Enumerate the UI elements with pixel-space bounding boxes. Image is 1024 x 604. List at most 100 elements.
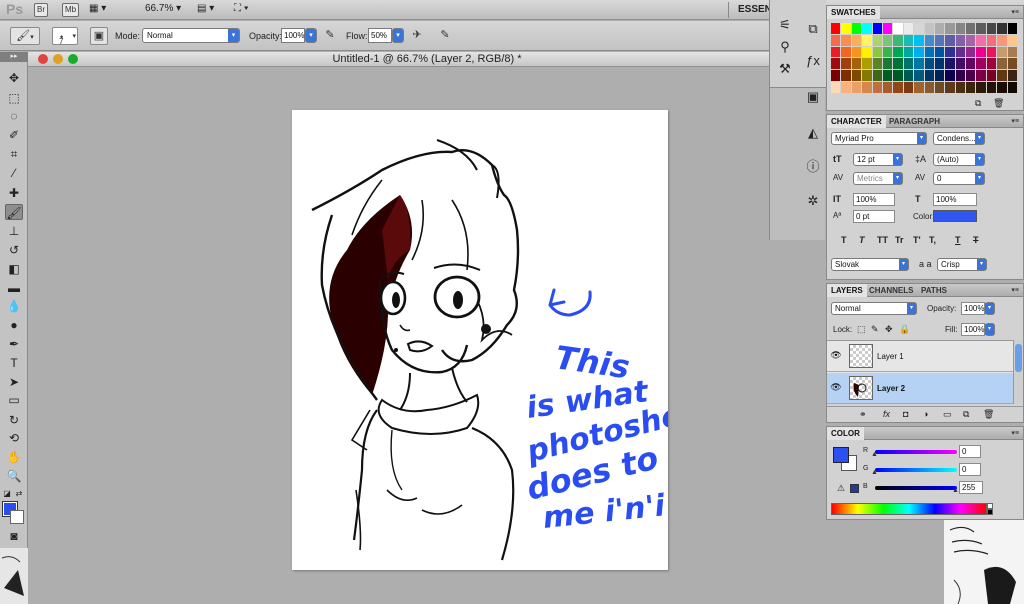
lasso-tool-icon[interactable]: ◌ — [5, 108, 23, 124]
lock-image-icon[interactable]: ✎ — [871, 324, 879, 335]
strikethrough-button[interactable]: T — [973, 235, 979, 245]
color-swatch[interactable] — [831, 34, 841, 46]
color-swatch[interactable] — [997, 82, 1007, 93]
tab-character[interactable]: CHARACTER — [827, 115, 886, 128]
quick-mask-icon[interactable]: ◙ — [5, 528, 23, 544]
adjustments-icon[interactable]: ◭ — [802, 122, 824, 144]
b-input[interactable]: 255 — [959, 481, 983, 494]
color-swatch[interactable] — [882, 23, 893, 34]
tracking-select[interactable]: 0 ▾ — [933, 172, 985, 185]
bridge-button[interactable]: Br — [34, 3, 48, 17]
foreground-color-chip[interactable] — [833, 447, 849, 463]
color-swatch[interactable] — [914, 46, 924, 58]
color-swatch[interactable] — [934, 58, 945, 70]
new-group-icon[interactable]: ▭ — [943, 409, 952, 420]
color-swatch[interactable] — [934, 46, 945, 58]
black-swatch[interactable] — [987, 509, 993, 515]
color-swatch[interactable] — [841, 23, 851, 34]
tab-swatches[interactable]: SWATCHES — [827, 6, 880, 19]
color-swatch[interactable] — [851, 46, 862, 58]
color-swatch[interactable] — [945, 23, 955, 34]
info-icon[interactable]: ⓘ — [802, 156, 824, 178]
tab-layers[interactable]: LAYERS — [827, 284, 867, 297]
eraser-tool-icon[interactable]: ◧ — [5, 261, 23, 277]
color-swatch[interactable] — [903, 82, 914, 93]
tablet-pressure-size-icon[interactable]: ✎ — [436, 27, 454, 45]
color-swatch[interactable] — [862, 23, 872, 34]
color-swatch[interactable] — [882, 58, 893, 70]
tool-presets-icon[interactable]: ⚒ — [774, 58, 796, 80]
new-swatch-icon[interactable]: ⧉ — [975, 98, 981, 109]
lock-all-icon[interactable]: 🔒 — [899, 324, 910, 335]
color-swatch[interactable] — [924, 70, 934, 82]
color-swatch[interactable] — [1007, 82, 1017, 93]
brush-size-picker[interactable]: • 7 ▾ — [52, 27, 78, 46]
pen-tool-icon[interactable]: ✒ — [5, 336, 23, 352]
color-swatch[interactable] — [831, 23, 841, 34]
screen-mode-dropdown[interactable]: ⛶ ▾ — [234, 3, 249, 14]
airbrush-icon[interactable]: ✈ — [408, 27, 426, 45]
zoom-tool-icon[interactable]: 🔍 — [5, 468, 23, 484]
color-swatch[interactable] — [986, 70, 997, 82]
color-swatch[interactable] — [831, 70, 841, 82]
color-swatch[interactable] — [882, 70, 893, 82]
color-swatch[interactable] — [976, 82, 986, 93]
swap-colors-icon[interactable]: ⇄ — [14, 486, 24, 502]
color-swatch[interactable] — [997, 23, 1007, 34]
font-size-select[interactable]: 12 pt ▾ — [853, 153, 903, 166]
color-swatch[interactable] — [976, 34, 986, 46]
color-swatch[interactable] — [934, 23, 945, 34]
panel-menu-icon[interactable]: ▾≡ — [1011, 117, 1019, 125]
color-swatch[interactable] — [966, 82, 976, 93]
text-color-swatch[interactable] — [933, 210, 977, 222]
color-swatch[interactable] — [955, 23, 966, 34]
delete-layer-icon[interactable]: 🗑 — [983, 409, 994, 420]
tab-paragraph[interactable]: PARAGRAPH — [885, 115, 944, 128]
color-swatch[interactable] — [851, 34, 862, 46]
horizontal-scale-input[interactable]: 100% — [933, 193, 977, 206]
color-swatch[interactable] — [841, 46, 851, 58]
color-swatch[interactable] — [945, 58, 955, 70]
superscript-button[interactable]: T' — [913, 235, 921, 245]
g-slider[interactable] — [875, 468, 957, 472]
document-canvas[interactable]: This is what photoshop does to me i'n'i — [292, 110, 706, 570]
blend-mode-select[interactable]: Normal ▾ — [831, 302, 917, 315]
masks-icon[interactable]: ▣ — [802, 86, 824, 108]
layer-opacity-toggle[interactable]: ▾ — [985, 302, 995, 315]
panel-menu-icon[interactable]: ▾≡ — [1011, 8, 1019, 16]
fill-toggle[interactable]: ▾ — [985, 323, 995, 336]
color-swatch[interactable] — [976, 58, 986, 70]
type-tool-icon[interactable]: T — [5, 355, 23, 371]
color-swatch[interactable] — [1007, 58, 1017, 70]
color-swatch[interactable] — [893, 82, 903, 93]
tab-channels[interactable]: CHANNELS — [865, 284, 917, 297]
tab-paths[interactable]: PATHS — [917, 284, 951, 297]
color-swatch[interactable] — [955, 70, 966, 82]
color-ramp[interactable] — [831, 503, 987, 515]
color-swatch[interactable] — [903, 46, 914, 58]
color-swatch[interactable] — [893, 46, 903, 58]
color-swatch[interactable] — [924, 58, 934, 70]
color-swatch[interactable] — [862, 46, 872, 58]
layer-mask-icon[interactable]: ◘ — [903, 409, 908, 419]
antialias-select[interactable]: Crisp ▾ — [937, 258, 987, 271]
color-swatch[interactable] — [976, 70, 986, 82]
r-input[interactable]: 0 — [959, 445, 981, 458]
color-swatch[interactable] — [882, 46, 893, 58]
kerning-select[interactable]: Metrics ▾ — [853, 172, 903, 185]
brush-tool-icon[interactable]: 🖌 — [5, 204, 23, 220]
color-swatch[interactable] — [914, 34, 924, 46]
color-swatch[interactable] — [914, 58, 924, 70]
color-swatch[interactable] — [862, 34, 872, 46]
gradient-tool-icon[interactable]: ▬ — [5, 280, 23, 296]
color-swatch[interactable] — [966, 70, 976, 82]
quick-selection-tool-icon[interactable]: ✐ — [5, 127, 23, 143]
color-swatch[interactable] — [986, 34, 997, 46]
opacity-slider-toggle[interactable]: ▾ — [305, 28, 317, 43]
move-tool-icon[interactable]: ✥ — [5, 70, 23, 86]
color-swatch[interactable] — [903, 70, 914, 82]
color-swatch[interactable] — [872, 82, 882, 93]
color-swatch[interactable] — [862, 82, 872, 93]
color-swatch[interactable] — [903, 34, 914, 46]
color-swatch[interactable] — [997, 46, 1007, 58]
